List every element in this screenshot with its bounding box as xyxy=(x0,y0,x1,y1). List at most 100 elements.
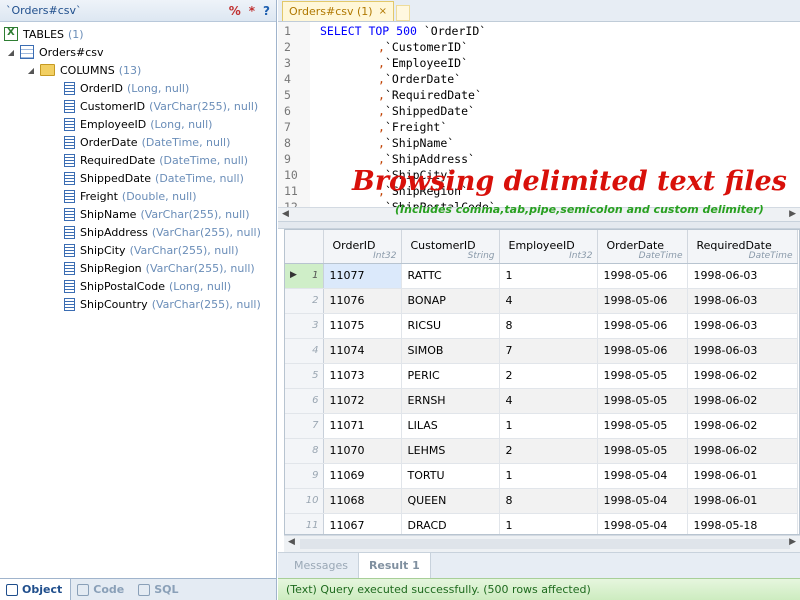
grid-cell[interactable]: 1 xyxy=(499,463,598,489)
grid-cell[interactable]: TORTU xyxy=(401,463,500,489)
grid-cell[interactable]: 1998-05-05 xyxy=(597,438,688,464)
grid-cell[interactable]: 4 xyxy=(499,288,598,314)
grid-cell[interactable]: 1998-06-03 xyxy=(687,288,798,314)
grid-cell[interactable]: 1998-06-03 xyxy=(687,313,798,339)
grid-cell[interactable]: 1998-05-04 xyxy=(597,463,688,489)
grid-cell[interactable]: BONAP xyxy=(401,288,500,314)
tree-column-item[interactable]: CustomerID (VarChar(255), null) xyxy=(64,97,258,115)
tree-tables-node[interactable]: TABLES (1) xyxy=(4,25,84,43)
grid-cell[interactable]: LILAS xyxy=(401,413,500,439)
close-icon[interactable]: × xyxy=(379,6,387,17)
grid-cell[interactable]: 1998-06-02 xyxy=(687,438,798,464)
tab-result-1[interactable]: Result 1 xyxy=(358,553,431,578)
table-row[interactable]: 5 11073 PERIC 2 1998-05-05 1998-06-02 xyxy=(285,363,798,389)
collapse-icon[interactable]: ◢ xyxy=(6,47,16,57)
grid-cell[interactable]: 1998-06-03 xyxy=(687,338,798,364)
grid-cell[interactable]: RATTC xyxy=(401,263,500,289)
grid-cell[interactable]: 1998-05-04 xyxy=(597,513,688,534)
grid-cell[interactable]: 11071 xyxy=(323,413,402,439)
column-header[interactable]: CustomerID String xyxy=(401,230,500,264)
scroll-left-icon[interactable]: ◀ xyxy=(282,209,289,219)
grid-cell[interactable]: 1 xyxy=(499,513,598,534)
grid-cell[interactable]: 11072 xyxy=(323,388,402,414)
tree-column-item[interactable]: ShippedDate (DateTime, null) xyxy=(64,169,244,187)
grid-cell[interactable]: 1 xyxy=(499,263,598,289)
table-row[interactable]: ▶ 1 11077 RATTC 1 1998-05-06 1998-06-03 xyxy=(285,263,798,289)
grid-cell[interactable]: 1998-05-06 xyxy=(597,263,688,289)
grid-cell[interactable]: 1998-06-02 xyxy=(687,363,798,389)
tree-column-item[interactable]: OrderDate (DateTime, null) xyxy=(64,133,230,151)
grid-cell[interactable]: 1998-05-06 xyxy=(597,338,688,364)
tree-table-node[interactable]: ◢ Orders#csv xyxy=(6,43,104,61)
grid-cell[interactable]: SIMOB xyxy=(401,338,500,364)
grid-cell[interactable]: RICSU xyxy=(401,313,500,339)
row-number[interactable]: 11 xyxy=(285,513,324,534)
row-number[interactable]: 9 xyxy=(285,463,324,489)
star-icon[interactable]: * xyxy=(249,4,255,18)
grid-cell[interactable]: 1998-06-03 xyxy=(687,263,798,289)
column-header[interactable]: OrderID Int32 xyxy=(323,230,402,264)
row-number[interactable]: 8 xyxy=(285,438,324,464)
tree-columns-node[interactable]: ◢ COLUMNS (13) xyxy=(26,61,141,79)
grid-cell[interactable]: DRACD xyxy=(401,513,500,534)
grid-cell[interactable]: 1998-06-01 xyxy=(687,488,798,514)
tab-orders-csv[interactable]: Orders#csv (1) × xyxy=(282,1,394,21)
grid-cell[interactable]: 11073 xyxy=(323,363,402,389)
grid-horizontal-scrollbar[interactable]: ◀ ▶ xyxy=(284,535,800,552)
grid-cell[interactable]: 1998-05-18 xyxy=(687,513,798,534)
row-number[interactable]: ▶ 1 xyxy=(285,263,324,289)
column-header[interactable]: RequiredDate DateTime xyxy=(687,230,798,264)
grid-cell[interactable]: ERNSH xyxy=(401,388,500,414)
grid-cell[interactable]: 2 xyxy=(499,438,598,464)
column-header[interactable]: EmployeeID Int32 xyxy=(499,230,598,264)
grid-cell[interactable]: 7 xyxy=(499,338,598,364)
table-row[interactable]: 4 11074 SIMOB 7 1998-05-06 1998-06-03 xyxy=(285,338,798,364)
grid-cell[interactable]: 11075 xyxy=(323,313,402,339)
grid-cell[interactable]: 1998-05-06 xyxy=(597,313,688,339)
tree-column-item[interactable]: ShipName (VarChar(255), null) xyxy=(64,205,250,223)
scroll-left-icon[interactable]: ◀ xyxy=(288,537,295,547)
grid-cell[interactable]: 1998-05-06 xyxy=(597,288,688,314)
grid-cell[interactable]: 1 xyxy=(499,413,598,439)
grid-cell[interactable]: 8 xyxy=(499,313,598,339)
grid-cell[interactable]: 11068 xyxy=(323,488,402,514)
scroll-right-icon[interactable]: ▶ xyxy=(789,537,796,547)
column-header[interactable]: OrderDate DateTime xyxy=(597,230,688,264)
grid-cell[interactable]: PERIC xyxy=(401,363,500,389)
tab-code[interactable]: Code xyxy=(71,579,132,600)
collapse-icon[interactable]: ◢ xyxy=(26,65,36,75)
grid-cell[interactable]: QUEEN xyxy=(401,488,500,514)
results-grid[interactable]: OrderID Int32 CustomerID String EmployeeID In… xyxy=(284,229,800,535)
grid-cell[interactable]: 1998-05-05 xyxy=(597,413,688,439)
grid-cell[interactable]: 1998-05-05 xyxy=(597,363,688,389)
new-tab-button[interactable] xyxy=(395,5,410,21)
row-number[interactable]: 3 xyxy=(285,313,324,339)
percent-icon[interactable]: % xyxy=(229,4,241,18)
table-row[interactable]: 9 11069 TORTU 1 1998-05-04 1998-06-01 xyxy=(285,463,798,489)
help-icon[interactable]: ? xyxy=(263,4,270,18)
scroll-right-icon[interactable]: ▶ xyxy=(789,209,796,219)
tree-column-item[interactable]: ShipCountry (VarChar(255), null) xyxy=(64,295,261,313)
row-number[interactable]: 6 xyxy=(285,388,324,414)
tree-column-item[interactable]: EmployeeID (Long, null) xyxy=(64,115,212,133)
grid-cell[interactable]: 11076 xyxy=(323,288,402,314)
tree-column-item[interactable]: ShipPostalCode (Long, null) xyxy=(64,277,231,295)
grid-cell[interactable]: 2 xyxy=(499,363,598,389)
tree-column-item[interactable]: ShipCity (VarChar(255), null) xyxy=(64,241,239,259)
tree-column-item[interactable]: ShipRegion (VarChar(255), null) xyxy=(64,259,255,277)
tree-column-item[interactable]: ShipAddress (VarChar(255), null) xyxy=(64,223,261,241)
grid-cell[interactable]: 11069 xyxy=(323,463,402,489)
table-row[interactable]: 2 11076 BONAP 4 1998-05-06 1998-06-03 xyxy=(285,288,798,314)
grid-cell[interactable]: 1998-06-02 xyxy=(687,413,798,439)
table-row[interactable]: 8 11070 LEHMS 2 1998-05-05 1998-06-02 xyxy=(285,438,798,464)
table-row[interactable]: 10 11068 QUEEN 8 1998-05-04 1998-06-01 xyxy=(285,488,798,514)
row-number[interactable]: 10 xyxy=(285,488,324,514)
tab-messages[interactable]: Messages xyxy=(284,553,359,578)
row-number[interactable]: 7 xyxy=(285,413,324,439)
tree-column-item[interactable]: OrderID (Long, null) xyxy=(64,79,189,97)
grid-cell[interactable]: 1998-05-04 xyxy=(597,488,688,514)
grid-cell[interactable]: 1998-06-02 xyxy=(687,388,798,414)
tab-object[interactable]: Object xyxy=(0,579,72,600)
row-number[interactable]: 2 xyxy=(285,288,324,314)
table-row[interactable]: 6 11072 ERNSH 4 1998-05-05 1998-06-02 xyxy=(285,388,798,414)
